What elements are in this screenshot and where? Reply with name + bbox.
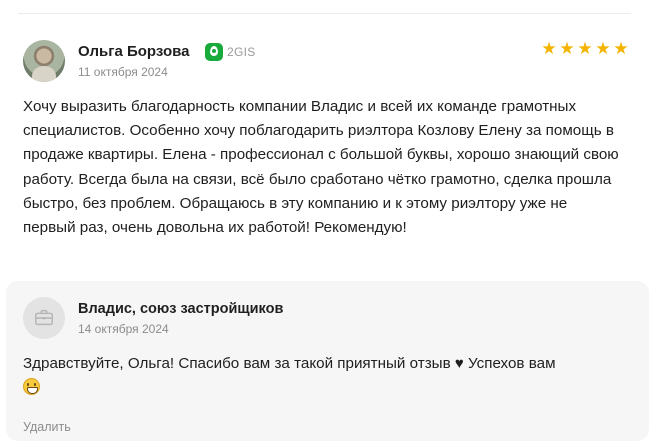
reply-date: 14 октября 2024 <box>78 322 169 336</box>
review-text: Хочу выразить благодарность компании Вла… <box>23 98 619 237</box>
delete-button[interactable]: Удалить <box>23 420 71 434</box>
reply-text: Здравствуйте, Ольга! Спасибо вам за тако… <box>23 352 623 400</box>
star-icon: ★ <box>613 39 629 58</box>
review-date: 11 октября 2024 <box>78 65 168 79</box>
author-avatar[interactable] <box>23 40 65 82</box>
heart-icon: ♥ <box>454 355 464 372</box>
star-icon: ★ <box>577 39 593 58</box>
org-avatar <box>23 297 65 339</box>
review-source: 2GIS <box>205 43 256 61</box>
star-icon: ★ <box>559 39 575 58</box>
star-icon: ★ <box>595 39 611 58</box>
reply-text-main: Здравствуйте, Ольга! Спасибо вам за тако… <box>23 355 451 372</box>
reply-text-tail: Успехов вам <box>463 355 556 372</box>
top-divider <box>18 13 631 14</box>
author-name[interactable]: Ольга Борзова <box>78 43 190 60</box>
star-icon: ★ <box>541 39 557 58</box>
source-label: 2GIS <box>227 45 256 59</box>
org-name: Владис, союз застройщиков <box>78 301 284 317</box>
2gis-logo-icon <box>205 43 223 61</box>
briefcase-icon <box>35 309 53 326</box>
star-rating: ★ ★ ★ ★ ★ <box>541 39 629 58</box>
grinning-face-emoji <box>23 378 40 395</box>
review-card: Ольга Борзова 2GIS 11 октября 2024 ★ ★ ★ ★ ★… <box>0 0 649 441</box>
